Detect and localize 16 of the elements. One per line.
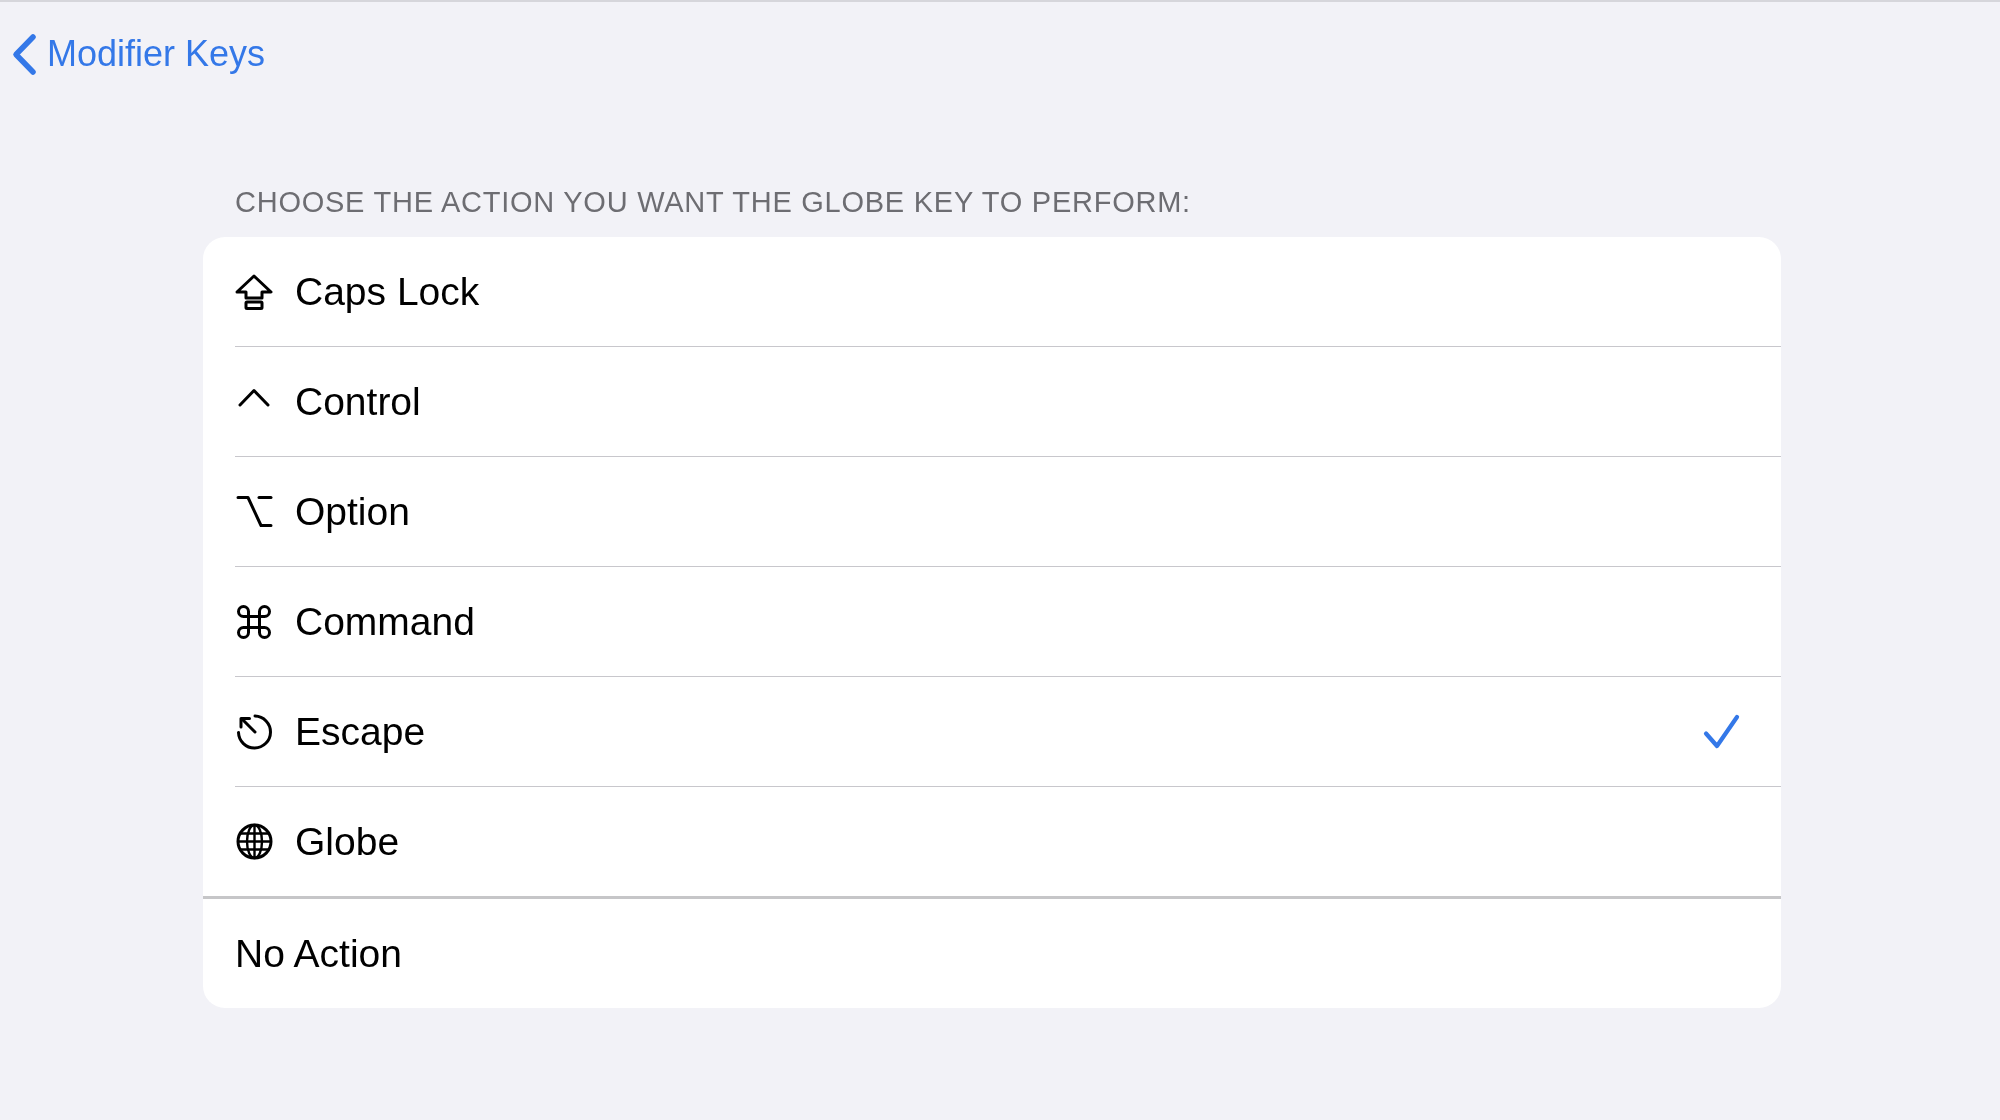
caret-up-icon bbox=[238, 388, 270, 407]
option-row[interactable]: Command bbox=[203, 567, 1781, 676]
command-key-icon bbox=[236, 603, 272, 640]
option-row[interactable]: Escape bbox=[203, 677, 1781, 786]
option-row[interactable]: Option bbox=[203, 457, 1781, 566]
option-key-icon bbox=[235, 495, 273, 528]
chevron-left-icon bbox=[11, 32, 37, 76]
section-header: CHOOSE THE ACTION YOU WANT THE GLOBE KEY TO PERFORM: bbox=[235, 185, 1192, 220]
option-row[interactable]: Control bbox=[203, 347, 1781, 456]
escape-icon bbox=[235, 713, 273, 750]
back-button[interactable]: Modifier Keys bbox=[11, 32, 266, 76]
globe-icon bbox=[235, 823, 273, 860]
caps-lock-icon bbox=[235, 273, 273, 310]
option-row[interactable]: Caps Lock bbox=[203, 237, 1781, 346]
option-row[interactable]: Globe bbox=[203, 787, 1781, 896]
option-row[interactable]: No Action bbox=[203, 899, 1781, 1008]
